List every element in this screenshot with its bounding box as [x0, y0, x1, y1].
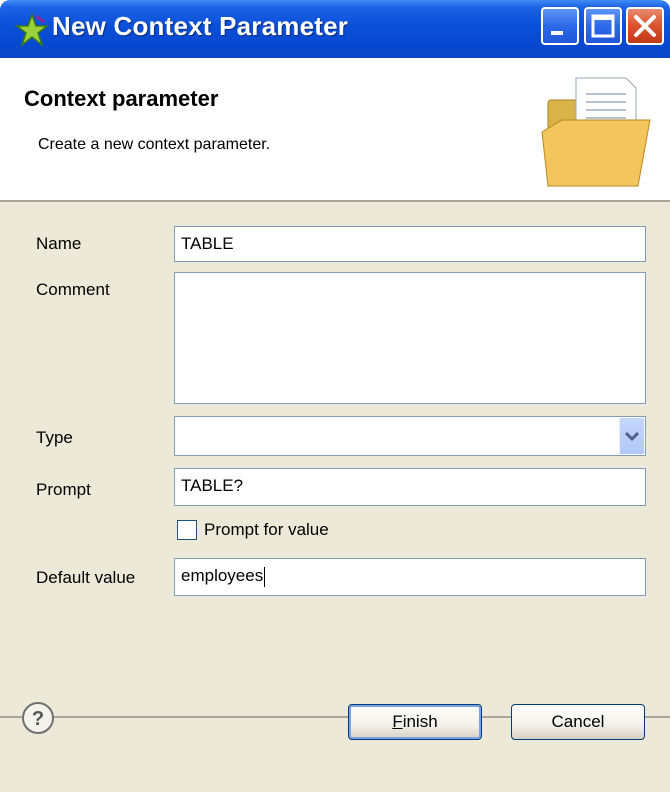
header-description: Create a new context parameter. [38, 136, 271, 153]
help-icon[interactable]: ? [20, 700, 56, 736]
comment-label: Comment [36, 280, 110, 299]
folder-document-icon [541, 77, 651, 187]
name-field[interactable]: TABLE [174, 226, 646, 262]
header-title: Context parameter [24, 86, 219, 111]
context-star-icon [14, 12, 50, 48]
type-combo[interactable] [174, 416, 646, 456]
title-bar: New Context Parameter [0, 0, 670, 58]
window-title: New Context Parameter [52, 11, 349, 41]
default-value-field[interactable]: employees [174, 558, 646, 596]
comment-field[interactable] [174, 272, 646, 404]
chevron-down-icon [624, 431, 640, 442]
prompt-for-value-label[interactable]: Prompt for value [204, 520, 329, 540]
type-dropdown-button[interactable] [619, 418, 644, 454]
minimize-icon [551, 31, 563, 35]
maximize-icon [591, 14, 615, 38]
minimize-button[interactable] [541, 7, 579, 45]
close-icon [634, 15, 656, 37]
name-label: Name [36, 234, 82, 253]
close-button[interactable] [626, 7, 664, 45]
default-value-label: Default value [36, 568, 136, 587]
cancel-button[interactable]: Cancel [511, 704, 645, 740]
finish-button[interactable]: Finish [348, 704, 482, 740]
prompt-field[interactable]: TABLE? [174, 468, 646, 506]
finish-label: inish [402, 712, 438, 731]
text-cursor [264, 566, 266, 587]
finish-mnemonic: F [392, 712, 403, 731]
prompt-for-value-checkbox[interactable] [177, 520, 197, 540]
prompt-label: Prompt [36, 480, 91, 499]
default-value-text: employees [181, 566, 264, 585]
type-label: Type [36, 428, 73, 447]
svg-text:?: ? [32, 708, 44, 730]
maximize-button[interactable] [584, 7, 622, 45]
